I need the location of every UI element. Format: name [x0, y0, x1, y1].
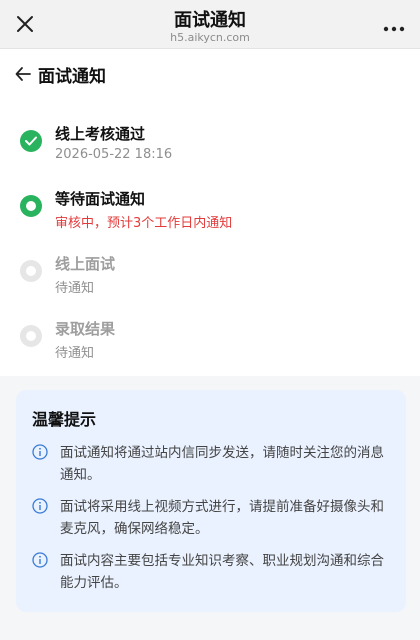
step-timestamp: 2026-05-22 18:16: [55, 147, 173, 162]
pending-step-icon: [20, 260, 42, 282]
top-bar: 面试通知 h5.aikycn.com: [0, 0, 420, 49]
step-name: 线上考核通过: [55, 125, 146, 143]
step-name: 等待面试通知: [55, 190, 146, 208]
step-name: 线上面试: [55, 255, 116, 273]
tip-text: 面试将采用线上视频方式进行，请提前准备好摄像头和麦克风，确保网络稳定。: [60, 499, 384, 537]
info-icon: [32, 498, 48, 514]
window-title: 面试通知: [174, 10, 246, 31]
tip-text: 面试通知将通过站内信同步发送，请随时关注您的消息通知。: [60, 445, 384, 483]
page-header: 面试通知: [0, 50, 420, 98]
info-icon: [32, 444, 48, 460]
step-online-interview: 线上面试 待通知: [0, 250, 420, 300]
active-step-icon: [20, 195, 42, 217]
tips-section: 温馨提示 面试通知将通过站内信同步发送，请随时关注您的消息通知。 面试将采用线上…: [0, 376, 420, 640]
tip-text: 面试内容主要包括专业知识考察、职业规划沟通和综合能力评估。: [60, 553, 384, 591]
step-status-text: 待通知: [55, 281, 95, 296]
tips-title: 温馨提示: [32, 410, 97, 429]
page-domain: h5.aikycn.com: [170, 31, 250, 44]
info-icon: [32, 552, 48, 568]
step-name: 录取结果: [55, 320, 116, 338]
step-status-text: 待通知: [55, 346, 95, 361]
step-waiting-interview-notice: 等待面试通知 审核中，预计3个工作日内通知: [0, 185, 420, 235]
back-arrow-icon[interactable]: [14, 65, 32, 83]
tips-card: 温馨提示 面试通知将通过站内信同步发送，请随时关注您的消息通知。 面试将采用线上…: [16, 390, 406, 612]
step-online-assessment-passed: 线上考核通过 2026-05-22 18:16: [0, 120, 420, 170]
step-status-text: 审核中，预计3个工作日内通知: [55, 216, 233, 231]
check-circle-icon: [20, 130, 42, 152]
page-title: 面试通知: [38, 67, 106, 87]
more-options-icon[interactable]: [382, 19, 406, 32]
step-admission-result: 录取结果 待通知: [0, 315, 420, 365]
pending-step-icon: [20, 325, 42, 347]
